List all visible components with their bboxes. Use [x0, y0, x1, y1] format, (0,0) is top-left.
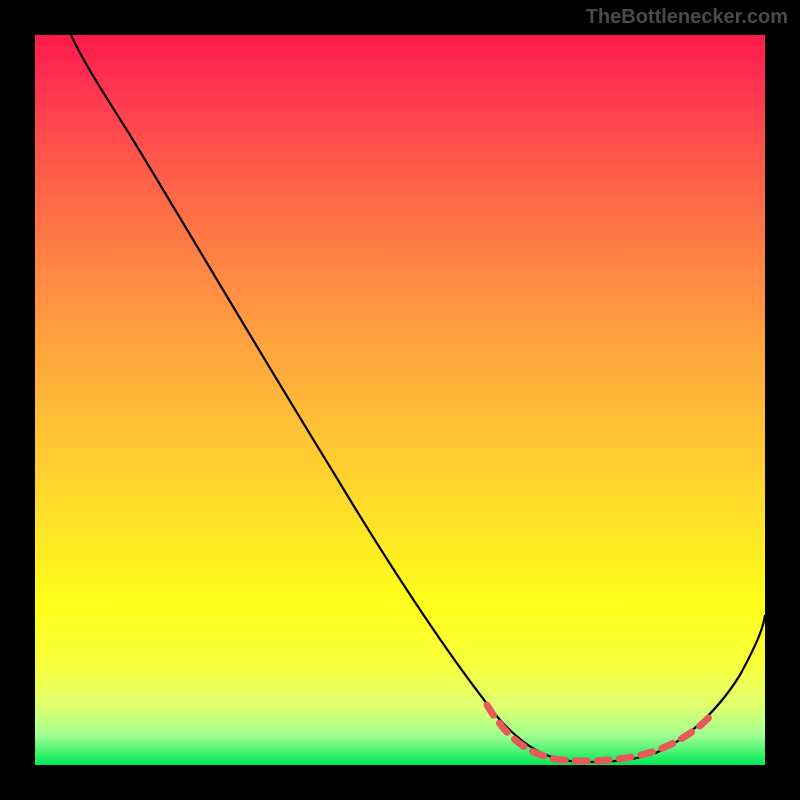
bottleneck-curve	[71, 35, 765, 762]
plot-area	[35, 35, 765, 765]
chart-svg	[35, 35, 765, 765]
watermark-text: TheBottlenecker.com	[586, 6, 788, 29]
optimal-zone-dashes	[487, 705, 715, 761]
